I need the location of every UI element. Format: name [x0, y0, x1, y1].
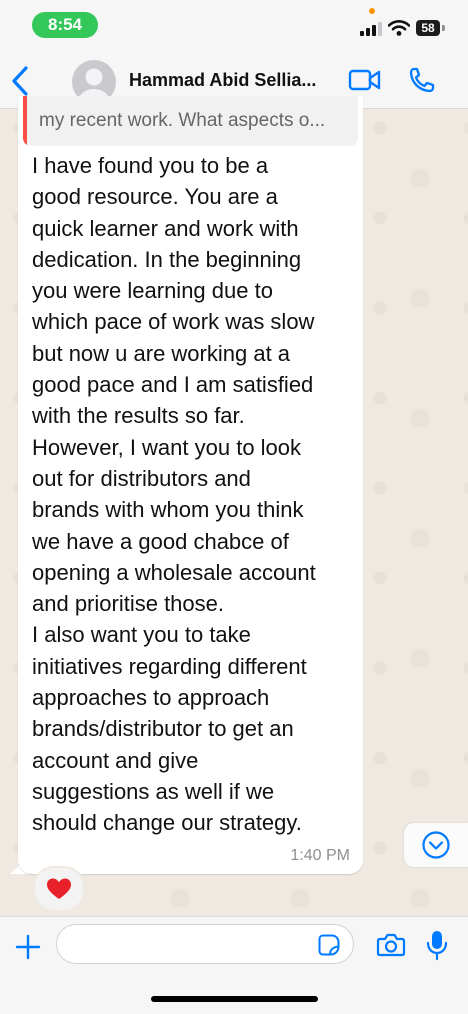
- camera-icon: [376, 933, 406, 957]
- back-button[interactable]: [6, 64, 36, 98]
- back-chevron-icon: [12, 66, 28, 96]
- battery-level: 58: [416, 20, 440, 36]
- camera-button[interactable]: [376, 931, 406, 959]
- message-timestamp: 1:40 PM: [290, 847, 350, 864]
- attach-button[interactable]: [14, 933, 42, 961]
- status-time: 8:54: [32, 12, 98, 38]
- video-call-icon: [348, 69, 381, 91]
- quoted-reply-text: my recent work. What aspects o...: [39, 110, 326, 131]
- chevron-down-circle-icon: [422, 831, 450, 859]
- video-call-button[interactable]: [348, 68, 382, 92]
- scroll-to-bottom-button[interactable]: [404, 823, 468, 867]
- microphone-icon: [426, 931, 448, 961]
- phone-call-icon: [409, 67, 435, 93]
- sticker-button[interactable]: [317, 933, 341, 957]
- heart-icon: [47, 878, 71, 899]
- reaction-badge[interactable]: [33, 866, 85, 912]
- plus-icon: [15, 934, 41, 960]
- quoted-reply-bar: [23, 96, 27, 146]
- wifi-icon: [388, 20, 410, 36]
- phone-call-button[interactable]: [408, 66, 436, 94]
- message-text: I have found you to be a good resource. …: [32, 153, 316, 836]
- home-indicator: [151, 996, 318, 1002]
- battery-tip: [442, 25, 445, 31]
- contact-name[interactable]: Hammad Abid Sellia...: [129, 70, 339, 91]
- message-input[interactable]: [56, 924, 354, 964]
- message-input-bar: [0, 916, 468, 1014]
- status-bar: 8:54 58: [0, 0, 468, 52]
- incoming-message-bubble[interactable]: my recent work. What aspects o... I have…: [18, 96, 363, 874]
- sticker-icon: [318, 934, 340, 956]
- quoted-reply[interactable]: my recent work. What aspects o...: [23, 96, 358, 146]
- battery-icon: 58: [416, 20, 446, 36]
- signal-icon: [360, 22, 382, 36]
- privacy-indicator-dot: [369, 8, 375, 14]
- microphone-button[interactable]: [426, 929, 448, 961]
